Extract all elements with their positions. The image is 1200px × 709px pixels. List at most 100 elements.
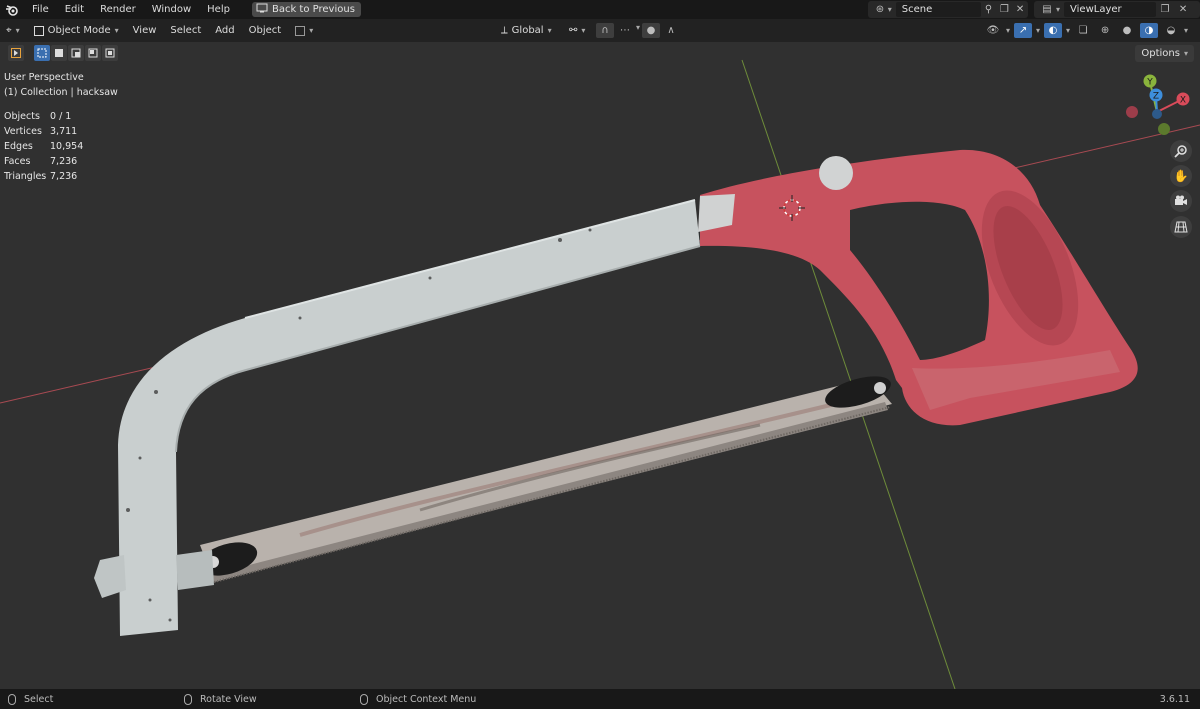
orientation-icon: ⟂	[501, 25, 508, 36]
scene-name-field[interactable]: Scene	[895, 2, 981, 17]
stat-label: Triangles	[4, 171, 47, 182]
chevron-down-icon[interactable]: ▾	[1066, 26, 1070, 35]
menu-window[interactable]: Window	[144, 0, 199, 19]
stat-label: Vertices	[4, 126, 42, 137]
viewport-header: ⌖ ▾ Object Mode ▾ View Select Add Object …	[0, 19, 1200, 42]
proportional-edit-icon[interactable]: ●	[642, 23, 660, 38]
chevron-down-icon[interactable]: ▾	[1006, 26, 1010, 35]
status-select-hint: Select	[8, 689, 53, 709]
chevron-down-icon: ▾	[1183, 49, 1188, 58]
menu-file[interactable]: File	[24, 0, 57, 19]
pivot-icon: ⚯	[569, 25, 578, 36]
mouse-right-icon	[360, 693, 368, 705]
new-view-layer-icon[interactable]: ❐	[1156, 2, 1174, 17]
chevron-down-icon[interactable]: ▾	[636, 23, 640, 38]
wireframe-shading-icon[interactable]: ⊕	[1096, 23, 1114, 38]
gizmo-toggle-icon[interactable]: ↗	[1014, 23, 1033, 38]
mode-dropdown[interactable]: Object Mode ▾	[27, 19, 126, 42]
options-label: Options	[1141, 48, 1180, 59]
tool-settings-row: Options ▾	[0, 42, 1200, 64]
collection-label: (1) Collection | hacksaw	[4, 87, 118, 98]
gizmo-z-label: Z	[1153, 92, 1159, 102]
orthographic-grid-icon[interactable]	[1170, 216, 1192, 238]
status-rotate-hint: Rotate View	[184, 689, 257, 709]
view-layer-name-field[interactable]: ViewLayer	[1064, 2, 1157, 17]
proportional-editing-group: ● ∧	[642, 23, 680, 38]
chevron-down-icon: ▾	[581, 26, 586, 35]
status-select-label: Select	[24, 693, 54, 705]
snap-toggle-icon[interactable]: ∩	[596, 23, 614, 38]
hacksaw-frame[interactable]	[94, 199, 701, 636]
material-preview-shading-icon[interactable]: ◑	[1140, 23, 1159, 38]
scene-icon: ⊛	[875, 4, 885, 15]
view-options-dropdown[interactable]: ▾	[288, 19, 320, 42]
stat-label: Edges	[4, 141, 33, 152]
pivot-dropdown[interactable]: ⚯ ▾	[562, 19, 592, 42]
chevron-down-icon[interactable]: ▾	[1184, 26, 1188, 35]
mode-label: Object Mode	[47, 25, 111, 36]
zoom-icon[interactable]	[1170, 140, 1192, 162]
3d-viewport-icon: ⌖	[6, 25, 12, 36]
snap-target-icon[interactable]: ⋯	[616, 23, 634, 38]
object-mode-icon	[33, 25, 44, 36]
menu-select[interactable]: Select	[163, 19, 208, 42]
chevron-down-icon[interactable]: ▾	[1036, 26, 1040, 35]
view-options-icon	[295, 25, 306, 36]
chevron-down-icon: ▾	[114, 26, 119, 35]
mouse-left-icon	[8, 693, 16, 705]
hacksaw-handle[interactable]	[698, 149, 1138, 426]
xray-toggle-icon[interactable]: ❏	[1074, 23, 1092, 38]
chevron-down-icon: ▾	[15, 26, 20, 35]
back-to-previous-label: Back to Previous	[271, 4, 355, 15]
stat-value: 7,236	[50, 171, 78, 182]
editor-type-dropdown[interactable]: ⌖ ▾	[0, 19, 27, 42]
stat-label: Objects	[4, 111, 40, 122]
viewport-display-group: 👁 ▾ ↗ ▾ ◐ ▾ ❏ ⊕ ● ◑ ◒ ▾	[984, 23, 1188, 38]
gizmo-x-label: X	[1180, 96, 1186, 106]
orientation-label: Global	[511, 25, 544, 36]
visibility-icon[interactable]: 👁	[984, 23, 1002, 38]
screen-icon	[256, 3, 268, 16]
solid-shading-icon[interactable]: ●	[1118, 23, 1136, 38]
top-menu-bar: File Edit Render Window Help Back to Pre…	[0, 0, 1200, 19]
blender-logo-icon[interactable]	[0, 0, 24, 19]
menu-help[interactable]: Help	[199, 0, 238, 19]
3d-viewport[interactable]: Y X Z	[0, 42, 1200, 689]
pin-icon[interactable]: ⚲	[981, 2, 997, 17]
close-icon[interactable]: ✕	[1174, 2, 1192, 17]
menu-view[interactable]: View	[126, 19, 164, 42]
stat-value: 3,711	[50, 126, 78, 137]
menu-edit[interactable]: Edit	[57, 0, 92, 19]
chevron-down-icon: ▾	[887, 5, 892, 14]
stat-value: 7,236	[50, 156, 78, 167]
scene-selector[interactable]: ⊛ ▾ Scene ⚲ ❐ ✕	[868, 1, 1028, 18]
menu-add[interactable]: Add	[208, 19, 241, 42]
select-tool-icon[interactable]	[8, 45, 24, 61]
snapping-group: ∩ ⋯ ▾	[596, 23, 640, 38]
version-label: 3.6.11	[1159, 693, 1190, 705]
stat-faces: Faces 7,236	[4, 154, 118, 169]
select-extend-icon[interactable]	[51, 45, 67, 61]
close-icon[interactable]: ✕	[1012, 2, 1028, 17]
pan-hand-icon[interactable]: ✋	[1170, 165, 1192, 187]
menu-render[interactable]: Render	[92, 0, 144, 19]
navigation-gizmo[interactable]: Y X Z	[1126, 74, 1190, 136]
status-bar: Select Rotate View Object Context Menu 3…	[0, 689, 1200, 709]
new-scene-icon[interactable]: ❐	[996, 2, 1012, 17]
select-subtract-icon[interactable]	[68, 45, 84, 61]
view-layer-selector[interactable]: ▤ ▾ ViewLayer ❐ ✕	[1034, 1, 1200, 18]
gizmo-y-label: Y	[1146, 78, 1153, 88]
camera-view-icon[interactable]	[1170, 190, 1192, 212]
back-to-previous-button[interactable]: Back to Previous	[251, 2, 361, 17]
menu-object[interactable]: Object	[242, 19, 289, 42]
options-dropdown[interactable]: Options ▾	[1135, 45, 1194, 62]
select-intersect-icon[interactable]	[102, 45, 118, 61]
rendered-shading-icon[interactable]: ◒	[1162, 23, 1180, 38]
select-invert-icon[interactable]	[85, 45, 101, 61]
falloff-icon[interactable]: ∧	[662, 23, 680, 38]
stat-edges: Edges 10,954	[4, 139, 118, 154]
select-new-icon[interactable]	[34, 45, 50, 61]
overlays-toggle-icon[interactable]: ◐	[1044, 23, 1063, 38]
orientation-dropdown[interactable]: ⟂ Global ▾	[494, 19, 559, 42]
hacksaw-blade[interactable]	[195, 370, 894, 583]
